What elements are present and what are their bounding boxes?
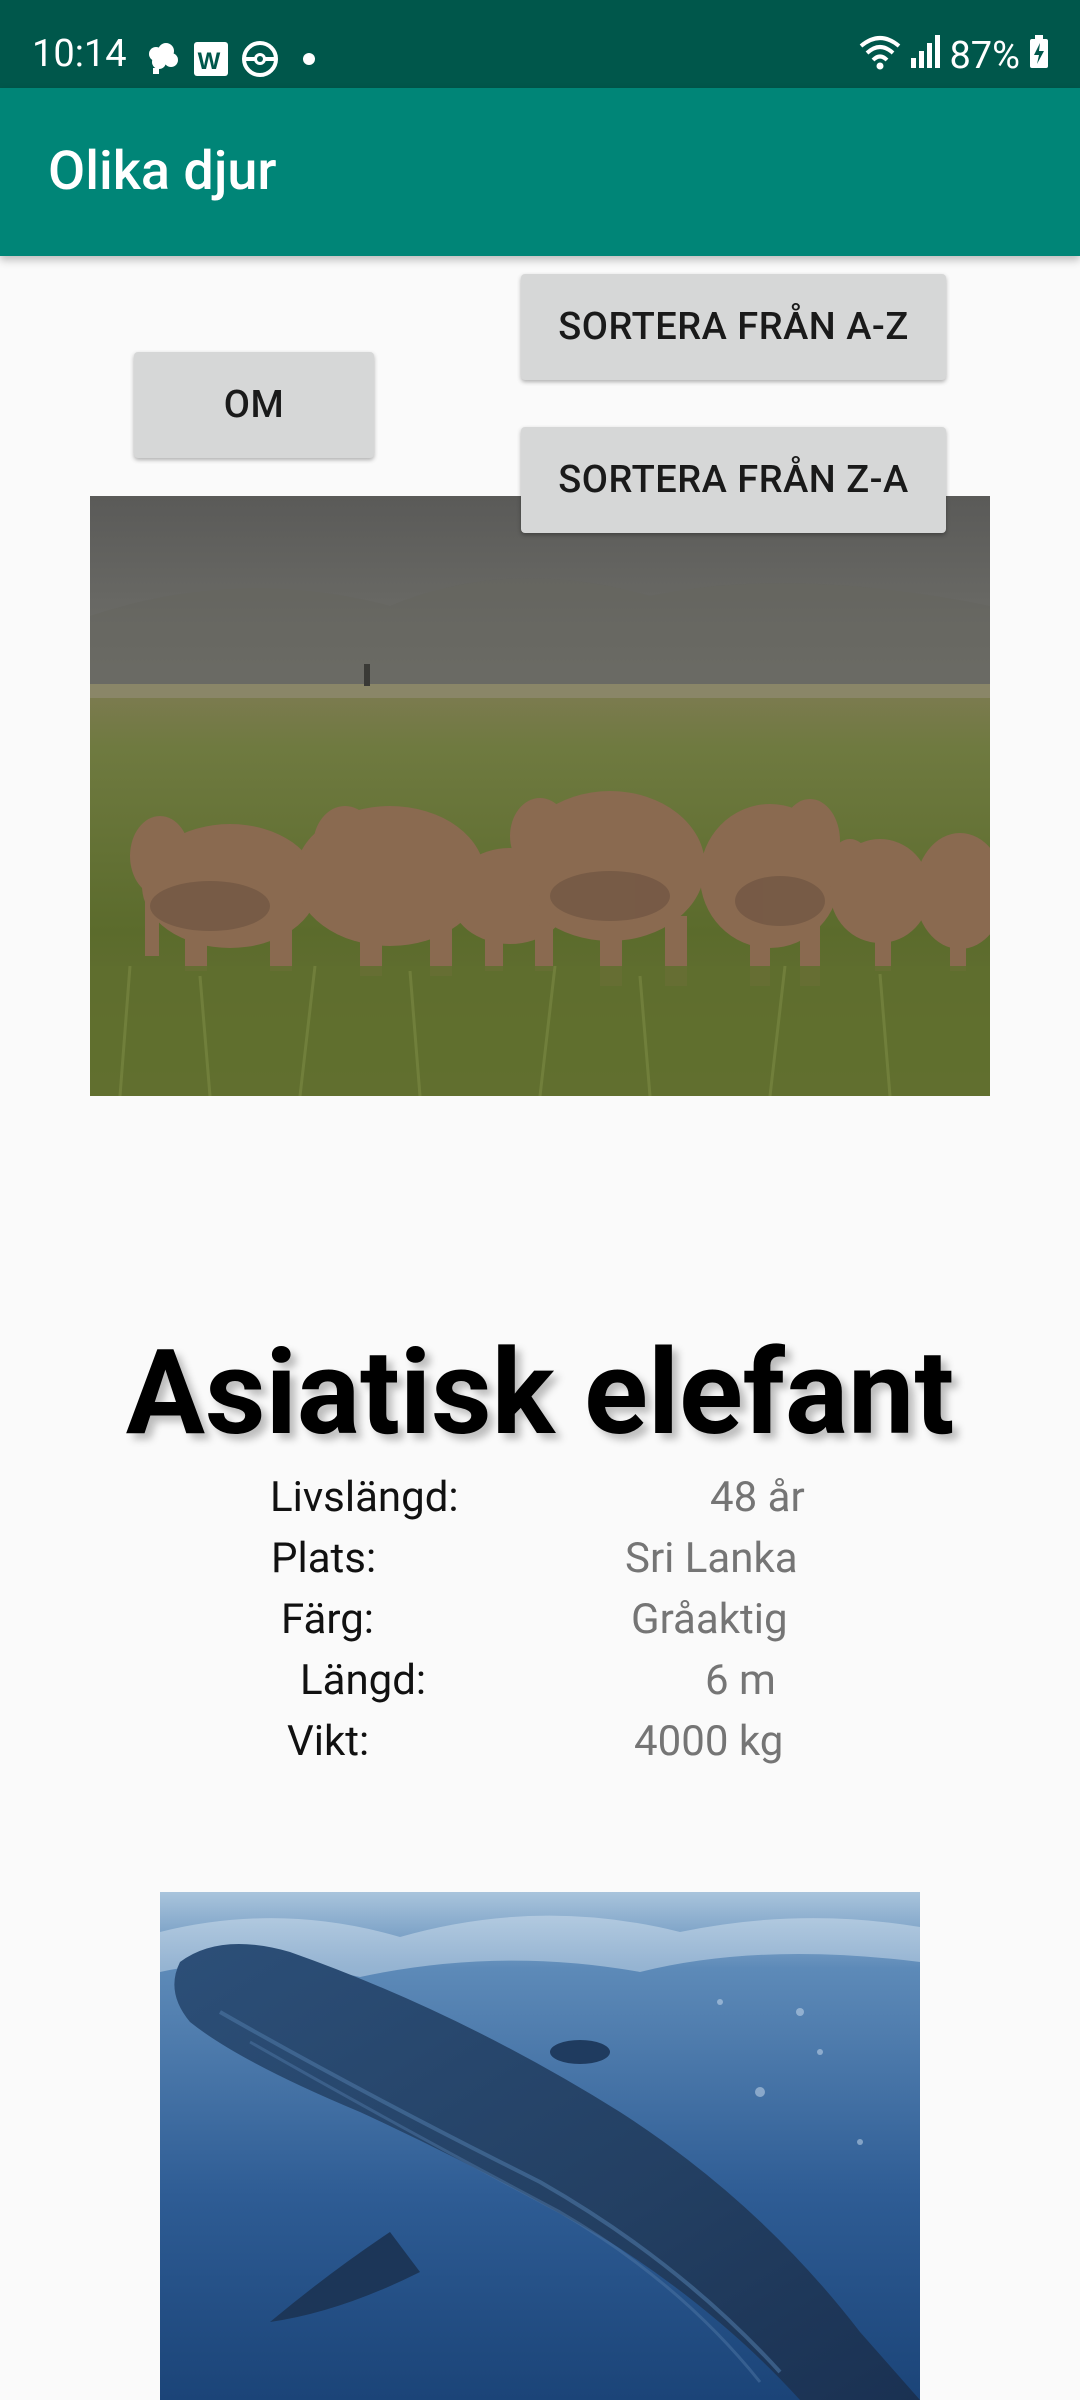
word-app-icon: W	[193, 41, 229, 81]
info-value-weight: 4000 kg	[634, 1717, 784, 1766]
battery-percentage: 87%	[949, 34, 1020, 78]
info-label-location: Plats:	[271, 1534, 377, 1583]
info-label-lifespan: Livslängd:	[270, 1473, 459, 1522]
sort-a-z-button[interactable]: SORTERA FRÅN A-Z	[521, 274, 946, 380]
sort-z-a-button[interactable]: SORTERA FRÅN Z-A	[521, 427, 946, 533]
info-label-length: Längd:	[300, 1656, 427, 1705]
pokeball-icon	[241, 40, 279, 82]
info-value-lifespan: 48 år	[710, 1473, 805, 1522]
status-system-icons: 87%	[859, 34, 1050, 78]
info-value-location: Sri Lanka	[625, 1534, 798, 1583]
battery-icon	[1028, 34, 1050, 78]
app-bar: Olika djur	[0, 88, 1080, 256]
status-notification-icons: W	[145, 40, 321, 82]
weather-icon	[145, 42, 181, 80]
info-value-color: Gråaktig	[631, 1595, 788, 1644]
info-label-weight: Vikt:	[287, 1717, 370, 1766]
status-time: 10:14	[32, 32, 127, 76]
whale-photo	[160, 1892, 920, 2400]
svg-text:W: W	[198, 48, 221, 75]
info-label-color: Färg:	[281, 1595, 374, 1644]
info-value-length: 6 m	[705, 1656, 776, 1705]
notification-dot-icon	[291, 49, 321, 73]
elephant-photo	[90, 496, 990, 1096]
about-button[interactable]: OM	[134, 352, 374, 458]
status-bar: 10:14 W 87%	[0, 0, 1080, 88]
animal-name: Asiatisk elefant	[125, 1324, 955, 1462]
wifi-icon	[859, 34, 901, 78]
app-title: Olika djur	[48, 140, 277, 203]
signal-icon	[909, 34, 941, 78]
